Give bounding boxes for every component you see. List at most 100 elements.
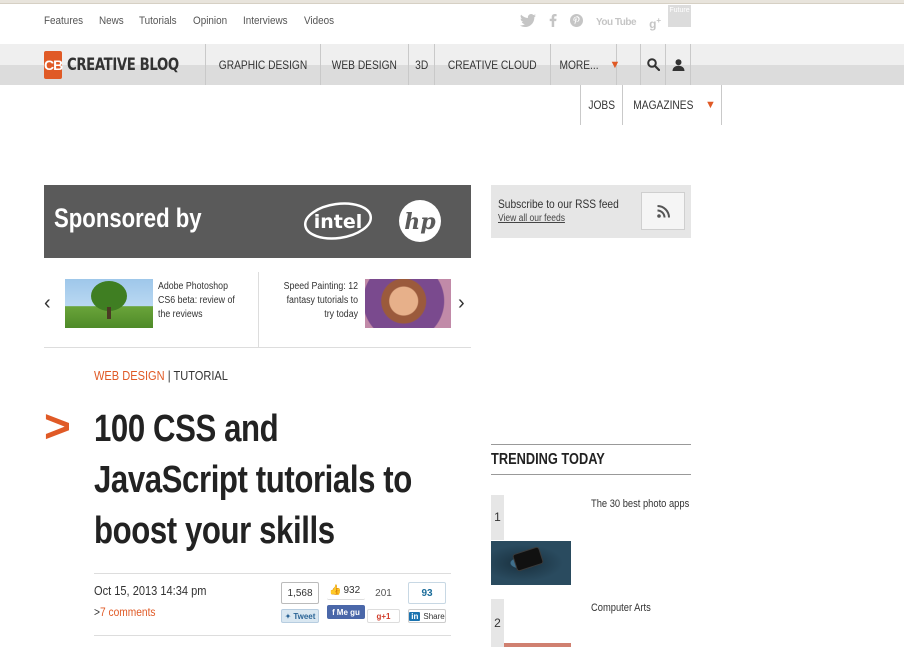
category-link[interactable]: WEB DESIGN bbox=[94, 368, 165, 383]
article-date: Oct 15, 2013 14:34 pm bbox=[94, 583, 207, 598]
main-nav-band: CB CREATIVE BLOQ GRAPHIC DESIGN WEB DESI… bbox=[0, 44, 904, 85]
site-logo[interactable]: CB CREATIVE BLOQ bbox=[44, 44, 206, 85]
nav-item-label: WEB DESIGN bbox=[331, 57, 397, 72]
gplus-button[interactable]: g +1 bbox=[367, 609, 400, 623]
trending-title-link[interactable]: The 30 best photo apps bbox=[591, 498, 689, 510]
trending-item[interactable]: 1 The 30 best photo apps bbox=[491, 495, 691, 587]
google-plus-icon[interactable]: g+ bbox=[649, 12, 661, 33]
linkedin-button[interactable]: in Share bbox=[408, 609, 446, 623]
sponsor-banner[interactable]: Sponsored by intel hp bbox=[44, 185, 471, 258]
nav-item-more[interactable]: MORE... ▼ bbox=[551, 44, 620, 85]
nav-spacer bbox=[617, 44, 641, 85]
youtube-icon[interactable]: You Tube bbox=[596, 14, 637, 32]
related-carousel: ‹ Adobe Photoshop CS6 beta: review of th… bbox=[44, 272, 471, 348]
twitter-icon: ✦ bbox=[284, 611, 292, 621]
utility-link-features[interactable]: Features bbox=[44, 15, 83, 31]
rss-link[interactable]: View all our feeds bbox=[498, 213, 565, 261]
facebook-icon[interactable] bbox=[549, 13, 557, 32]
utility-link-videos[interactable]: Videos bbox=[304, 15, 334, 31]
hp-logo: hp bbox=[399, 200, 441, 242]
comments-count: 7 comments bbox=[99, 605, 156, 619]
secondary-nav: JOBS MAGAZINES ▼ bbox=[580, 85, 722, 125]
linkedin-count: 93 bbox=[408, 582, 446, 604]
user-icon bbox=[672, 58, 684, 71]
tweet-button[interactable]: ✦ Tweet bbox=[281, 609, 319, 623]
browser-top-edge bbox=[0, 0, 904, 4]
related-caption[interactable]: Speed Painting: 12 fantasy tutorials to … bbox=[275, 280, 358, 322]
chevron-right-icon: > bbox=[44, 400, 71, 452]
search-button[interactable] bbox=[641, 44, 666, 85]
carousel-divider bbox=[258, 272, 259, 348]
utility-link-interviews[interactable]: Interviews bbox=[243, 15, 288, 31]
trending-heading: TRENDING TODAY bbox=[491, 444, 691, 475]
nav-item-3d[interactable]: 3D bbox=[409, 44, 436, 85]
chevron-left-icon[interactable]: ‹ bbox=[44, 292, 51, 315]
gplus-count: 201 bbox=[367, 582, 400, 604]
related-image-portrait[interactable] bbox=[365, 279, 451, 328]
tweet-label: Tweet bbox=[293, 611, 316, 621]
trending-image[interactable] bbox=[504, 643, 571, 647]
twitter-icon[interactable] bbox=[520, 13, 536, 32]
like-button[interactable]: f Me gu bbox=[327, 605, 365, 619]
facebook-icon: f bbox=[332, 607, 335, 617]
trending-title-link[interactable]: Computer Arts bbox=[591, 602, 651, 614]
search-icon bbox=[646, 58, 660, 71]
category-separator: | bbox=[167, 368, 171, 383]
related-caption[interactable]: Adobe Photoshop CS6 beta: review of the … bbox=[158, 280, 242, 322]
trending-rank: 1 bbox=[491, 495, 504, 540]
rss-box: Subscribe to our RSS feed View all our f… bbox=[491, 185, 691, 238]
utility-nav: Features News Tutorials Opinion Intervie… bbox=[44, 15, 350, 31]
nav-item-label: GRAPHIC DESIGN bbox=[218, 57, 308, 72]
thumbs-up-icon: 👍 bbox=[329, 585, 342, 596]
article-category: WEB DESIGN | TUTORIAL bbox=[94, 368, 228, 383]
divider bbox=[94, 573, 451, 574]
like-count: 👍 932 bbox=[327, 582, 365, 600]
utility-link-tutorials[interactable]: Tutorials bbox=[139, 15, 177, 31]
future-logo[interactable]: Future bbox=[668, 5, 691, 27]
social-links: You Tube g+ bbox=[520, 12, 674, 33]
linkedin-icon: in bbox=[409, 611, 421, 621]
article-type: TUTORIAL bbox=[173, 368, 228, 383]
nav-item-graphic-design[interactable]: GRAPHIC DESIGN bbox=[206, 44, 322, 85]
pinterest-icon[interactable] bbox=[570, 13, 583, 32]
linkedin-label: Share bbox=[423, 611, 445, 621]
trending-image[interactable] bbox=[491, 541, 571, 585]
gplus-share: 201 g +1 bbox=[367, 582, 400, 623]
utility-link-news[interactable]: News bbox=[99, 15, 124, 31]
linkedin-share: 93 in Share bbox=[408, 582, 446, 623]
nav-item-magazines[interactable]: MAGAZINES ▼ bbox=[622, 85, 722, 125]
nav-item-label: CREATIVE CLOUD bbox=[447, 57, 537, 72]
gplus-label: +1 bbox=[381, 611, 391, 621]
trending-item[interactable]: 2 Computer Arts bbox=[491, 599, 691, 647]
account-button[interactable] bbox=[666, 44, 691, 85]
nav-magazines-label: MAGAZINES bbox=[633, 98, 694, 112]
utility-link-opinion[interactable]: Opinion bbox=[193, 15, 227, 31]
nav-item-web-design[interactable]: WEB DESIGN bbox=[321, 44, 409, 85]
comments-link[interactable]: >7 comments bbox=[94, 605, 156, 619]
nav-more-label: MORE... bbox=[558, 57, 599, 72]
logo-mark: CB bbox=[44, 50, 63, 79]
trending-rank: 2 bbox=[491, 599, 504, 647]
trending-title: TRENDING TODAY bbox=[491, 451, 605, 468]
nav-item-label: 3D bbox=[414, 57, 428, 72]
like-count-value: 932 bbox=[343, 585, 361, 596]
rss-icon bbox=[656, 204, 670, 218]
sponsor-label: Sponsored by bbox=[54, 203, 202, 233]
twitter-share: 1,568 ✦ Tweet bbox=[281, 582, 319, 623]
article-title: 100 CSS and JavaScript tutorials to boos… bbox=[94, 408, 412, 552]
intel-logo: intel bbox=[303, 202, 373, 240]
facebook-share: 👍 932 f Me gu bbox=[327, 582, 365, 619]
hp-logo-text: hp bbox=[404, 209, 436, 235]
nav-item-creative-cloud[interactable]: CREATIVE CLOUD bbox=[435, 44, 551, 85]
nav-item-jobs[interactable]: JOBS bbox=[580, 85, 622, 125]
chevron-right-icon[interactable]: › bbox=[458, 292, 465, 315]
rss-button[interactable] bbox=[641, 192, 685, 230]
logo-text: CREATIVE BLOQ bbox=[67, 54, 179, 75]
divider bbox=[94, 635, 451, 636]
nav-jobs-label: JOBS bbox=[588, 98, 615, 112]
future-logo-label: Future bbox=[669, 7, 690, 14]
related-image-tree[interactable] bbox=[65, 279, 153, 328]
main-nav: CB CREATIVE BLOQ GRAPHIC DESIGN WEB DESI… bbox=[44, 44, 691, 85]
tweet-count: 1,568 bbox=[281, 582, 319, 604]
like-label: Me gu bbox=[336, 607, 360, 617]
